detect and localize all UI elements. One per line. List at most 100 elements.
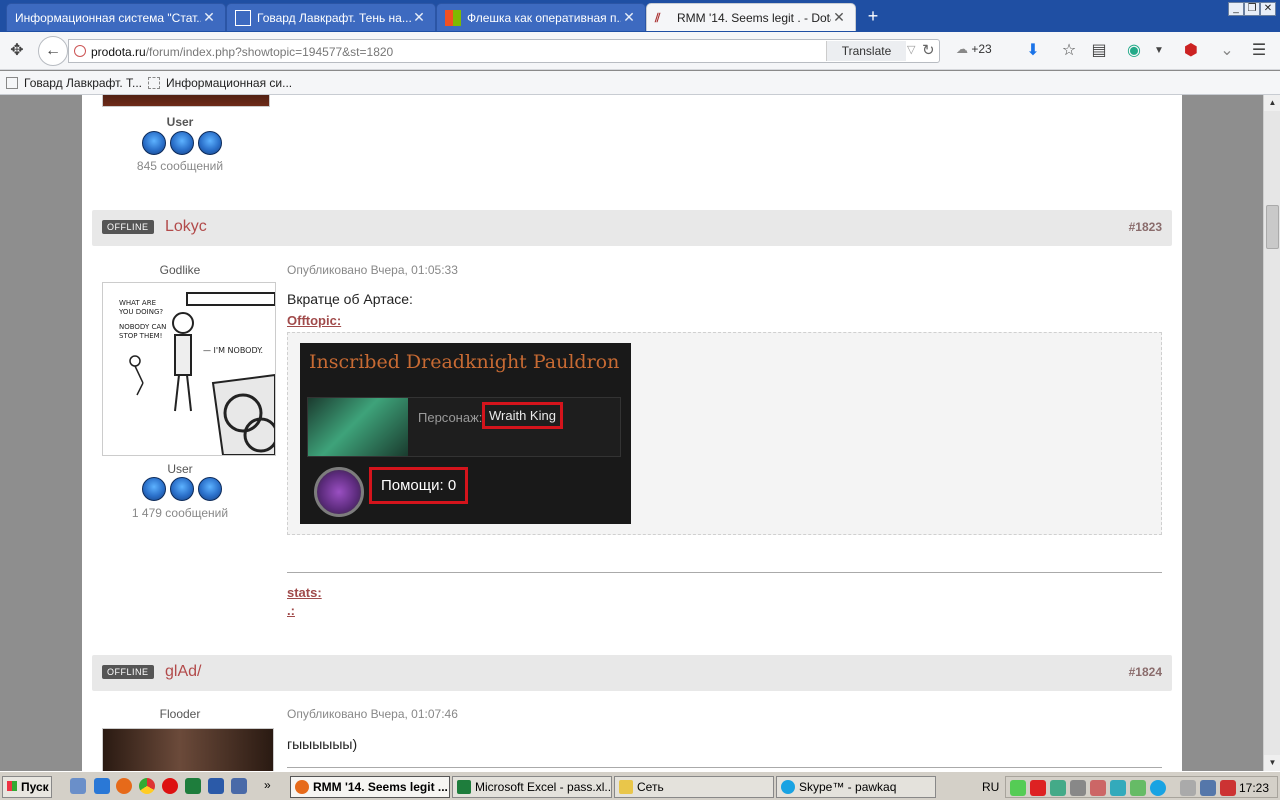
excel-icon — [457, 780, 471, 794]
reload-icon[interactable]: ↻ — [922, 41, 935, 59]
volume-muted-icon[interactable] — [1220, 780, 1236, 796]
new-tab-button[interactable]: + — [862, 6, 884, 26]
tray-app-icon[interactable] — [1110, 780, 1126, 796]
chevron-down-icon[interactable]: ▼ — [1148, 40, 1170, 62]
tab-title: Флешка как оперативная п... — [467, 10, 621, 25]
site-icon — [74, 45, 86, 57]
task-browser[interactable]: RMM '14. Seems legit ... — [290, 776, 450, 798]
star-icon[interactable]: ☆ — [1058, 40, 1080, 62]
tray-app-icon[interactable] — [1130, 780, 1146, 796]
avatar[interactable] — [102, 728, 274, 771]
bookmarks-bar: Говард Лавкрафт. Т... Информационная си.… — [0, 71, 1280, 95]
firefox-icon[interactable] — [116, 778, 132, 794]
dropdown-icon[interactable]: ▽ — [907, 43, 915, 56]
back-button[interactable]: ← — [38, 36, 68, 66]
close-icon[interactable]: ✕ — [621, 9, 637, 26]
comic-avatar-image: WHAT ARE YOU DOING? NOBODY CAN STOP THEM… — [103, 283, 275, 455]
bookmark-label: Информационная си... — [166, 76, 293, 90]
tab-lovecraft[interactable]: Говард Лавкрафт. Тень на... ✕ — [226, 3, 436, 31]
tray-app-icon[interactable] — [1090, 780, 1106, 796]
task-excel[interactable]: Microsoft Excel - pass.xl... — [452, 776, 612, 798]
scroll-down-arrow-icon[interactable]: ▼ — [1264, 755, 1280, 771]
page-viewport: User 845 сообщений OFFLINE Lokyc #1823 G… — [0, 95, 1263, 771]
bookmark-label: Говард Лавкрафт. Т... — [24, 76, 142, 90]
tab-prodota[interactable]: ⫽ RMM '14. Seems legit . - Dota... ✕ — [646, 3, 856, 31]
tray-app-icon[interactable] — [1180, 780, 1196, 796]
download-icon[interactable]: ⬇ — [1022, 40, 1044, 62]
menu-icon[interactable]: ☰ — [1248, 40, 1270, 62]
bookmark-info-system[interactable]: Информационная си... — [148, 76, 292, 90]
close-icon[interactable]: ✕ — [831, 9, 847, 26]
hero-row: Персонаж: Wraith King — [307, 397, 621, 457]
username-link[interactable]: Lokyc — [165, 218, 207, 236]
extension-icon[interactable]: ✥ — [6, 40, 28, 62]
signature-stats-link[interactable]: stats: — [287, 585, 322, 600]
rank-stars — [142, 131, 222, 155]
spoiler-toggle[interactable]: Offtopic: — [287, 313, 341, 328]
signature-divider — [287, 767, 1162, 768]
book-icon — [235, 9, 251, 26]
svg-text:STOP THEM!: STOP THEM! — [119, 332, 162, 340]
excel-icon[interactable] — [185, 778, 201, 794]
explorer-icon[interactable] — [70, 778, 86, 794]
extension-globe-icon[interactable]: ◉ — [1123, 40, 1145, 62]
tab-flash-drive[interactable]: Флешка как оперативная п... ✕ — [436, 3, 646, 31]
user-rank: Flooder — [159, 707, 201, 721]
signature-link[interactable]: .: — [287, 603, 295, 618]
tray-app-icon[interactable] — [1050, 780, 1066, 796]
network-icon[interactable] — [231, 778, 247, 794]
network-tray-icon[interactable] — [1200, 780, 1216, 796]
svg-text:WHAT ARE: WHAT ARE — [119, 299, 156, 307]
task-network[interactable]: Сеть — [614, 776, 774, 798]
user-group: User — [166, 115, 194, 129]
restore-button[interactable]: ❐ — [1244, 2, 1260, 16]
vertical-scrollbar[interactable]: ▲ ▼ — [1263, 95, 1280, 771]
pocket-icon[interactable]: ⌄ — [1216, 40, 1238, 62]
tray-app-icon[interactable] — [1030, 780, 1046, 796]
chevron-right-icon[interactable]: » — [264, 778, 271, 792]
close-icon[interactable]: ✕ — [411, 9, 427, 26]
task-label: Microsoft Excel - pass.xl... — [475, 780, 612, 794]
assists-counter: Помощи: 0 — [369, 467, 469, 504]
username-link[interactable]: glAd/ — [165, 663, 201, 681]
word-icon[interactable] — [208, 778, 224, 794]
opera-icon[interactable] — [162, 778, 178, 794]
user-group: User — [167, 462, 193, 476]
scroll-up-arrow-icon[interactable]: ▲ — [1264, 95, 1280, 111]
scroll-thumb[interactable] — [1266, 205, 1279, 249]
tab-info-system[interactable]: Информационная система "Стат... ✕ — [6, 3, 226, 31]
rank-star-icon — [170, 477, 194, 501]
start-button[interactable]: Пуск — [2, 776, 52, 798]
rank-star-icon — [170, 131, 194, 155]
post-number-link[interactable]: #1824 — [1129, 665, 1162, 679]
bookmark-lovecraft[interactable]: Говард Лавкрафт. Т... — [6, 76, 142, 90]
skype-tray-icon[interactable] — [1150, 780, 1166, 796]
close-icon[interactable]: ✕ — [201, 9, 217, 26]
weather-temp: +23 — [971, 42, 992, 56]
tray-app-icon[interactable] — [1010, 780, 1026, 796]
svg-text:YOU DOING?: YOU DOING? — [118, 308, 163, 316]
post-number-link[interactable]: #1823 — [1129, 220, 1162, 234]
window-close-button[interactable]: ✕ — [1260, 2, 1276, 16]
message-count: 845 сообщений — [136, 159, 224, 173]
tab-title: Информационная система "Стат... — [15, 10, 201, 25]
ie-icon[interactable] — [94, 778, 110, 794]
adblock-icon[interactable]: ⬢ — [1180, 40, 1202, 62]
minimize-button[interactable]: _ — [1228, 2, 1244, 16]
language-indicator[interactable]: RU — [982, 780, 999, 794]
tray-app-icon[interactable] — [1070, 780, 1086, 796]
task-label: RMM '14. Seems legit ... — [313, 780, 448, 794]
rank-star-icon — [142, 131, 166, 155]
translate-button[interactable]: Translate — [826, 41, 906, 61]
address-bar[interactable]: prodota.ru/forum/index.php?showtopic=194… — [68, 39, 940, 63]
prodota-icon: ⫽ — [655, 10, 661, 25]
chrome-icon[interactable] — [139, 778, 155, 794]
url-path: /forum/index.php?showtopic=194577&st=182… — [145, 45, 394, 59]
task-skype[interactable]: Skype™ - pawkaq — [776, 776, 936, 798]
clock[interactable]: 17:23 — [1239, 781, 1269, 795]
reading-list-icon[interactable]: ▤ — [1088, 40, 1110, 62]
hero-value: Wraith King — [482, 402, 563, 429]
weather-widget[interactable]: ☁ +23 — [956, 42, 992, 56]
avatar[interactable]: WHAT ARE YOU DOING? NOBODY CAN STOP THEM… — [102, 282, 276, 456]
firefox-icon — [295, 780, 309, 794]
